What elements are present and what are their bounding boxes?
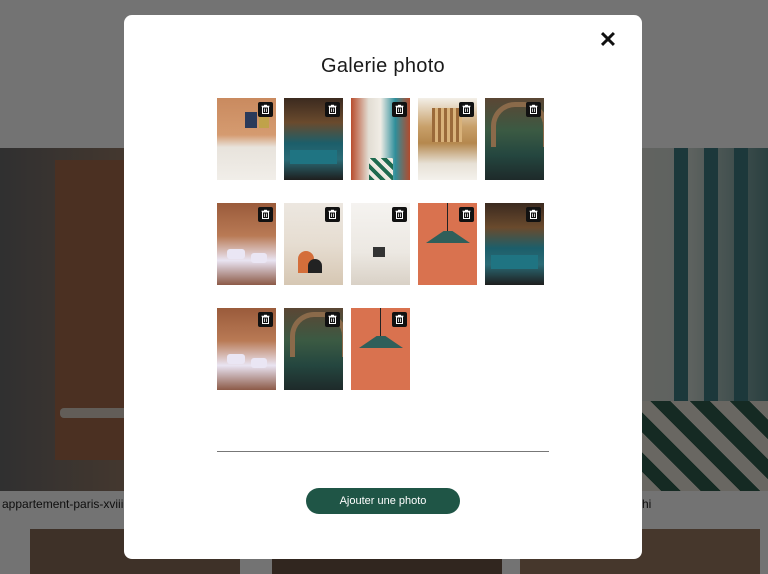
trash-icon: [258, 207, 273, 222]
trash-icon: [459, 207, 474, 222]
delete-photo-button[interactable]: [392, 102, 407, 117]
gallery-photo[interactable]: [284, 98, 343, 180]
delete-photo-button[interactable]: [459, 207, 474, 222]
delete-photo-button[interactable]: [258, 312, 273, 327]
gallery-photo[interactable]: [418, 98, 477, 180]
trash-icon: [325, 312, 340, 327]
delete-photo-button[interactable]: [325, 102, 340, 117]
delete-photo-button[interactable]: [258, 102, 273, 117]
gallery-photo[interactable]: [284, 203, 343, 285]
gallery-photo[interactable]: [485, 98, 544, 180]
trash-icon: [392, 312, 407, 327]
trash-icon: [526, 207, 541, 222]
delete-photo-button[interactable]: [258, 207, 273, 222]
gallery-photo[interactable]: [485, 203, 544, 285]
gallery-photo[interactable]: [351, 203, 410, 285]
gallery-photo[interactable]: [217, 203, 276, 285]
trash-icon: [526, 102, 541, 117]
trash-icon: [459, 102, 474, 117]
add-photo-button[interactable]: Ajouter une photo: [306, 488, 460, 514]
delete-photo-button[interactable]: [392, 207, 407, 222]
delete-photo-button[interactable]: [526, 207, 541, 222]
delete-photo-button[interactable]: [392, 312, 407, 327]
gallery-photo[interactable]: [351, 308, 410, 390]
close-icon[interactable]: ✕: [597, 29, 619, 51]
delete-photo-button[interactable]: [459, 102, 474, 117]
trash-icon: [325, 207, 340, 222]
gallery-photo[interactable]: [217, 98, 276, 180]
trash-icon: [258, 312, 273, 327]
delete-photo-button[interactable]: [325, 312, 340, 327]
trash-icon: [392, 207, 407, 222]
gallery-photo[interactable]: [418, 203, 477, 285]
trash-icon: [258, 102, 273, 117]
modal-title: Galerie photo: [321, 55, 445, 77]
gallery-photo[interactable]: [217, 308, 276, 390]
delete-photo-button[interactable]: [526, 102, 541, 117]
delete-photo-button[interactable]: [325, 207, 340, 222]
trash-icon: [325, 102, 340, 117]
gallery-photo[interactable]: [351, 98, 410, 180]
trash-icon: [392, 102, 407, 117]
photo-gallery-modal: ✕ Galerie photo Ajouter une photo: [124, 15, 642, 559]
gallery-photo[interactable]: [284, 308, 343, 390]
divider: [217, 451, 549, 452]
